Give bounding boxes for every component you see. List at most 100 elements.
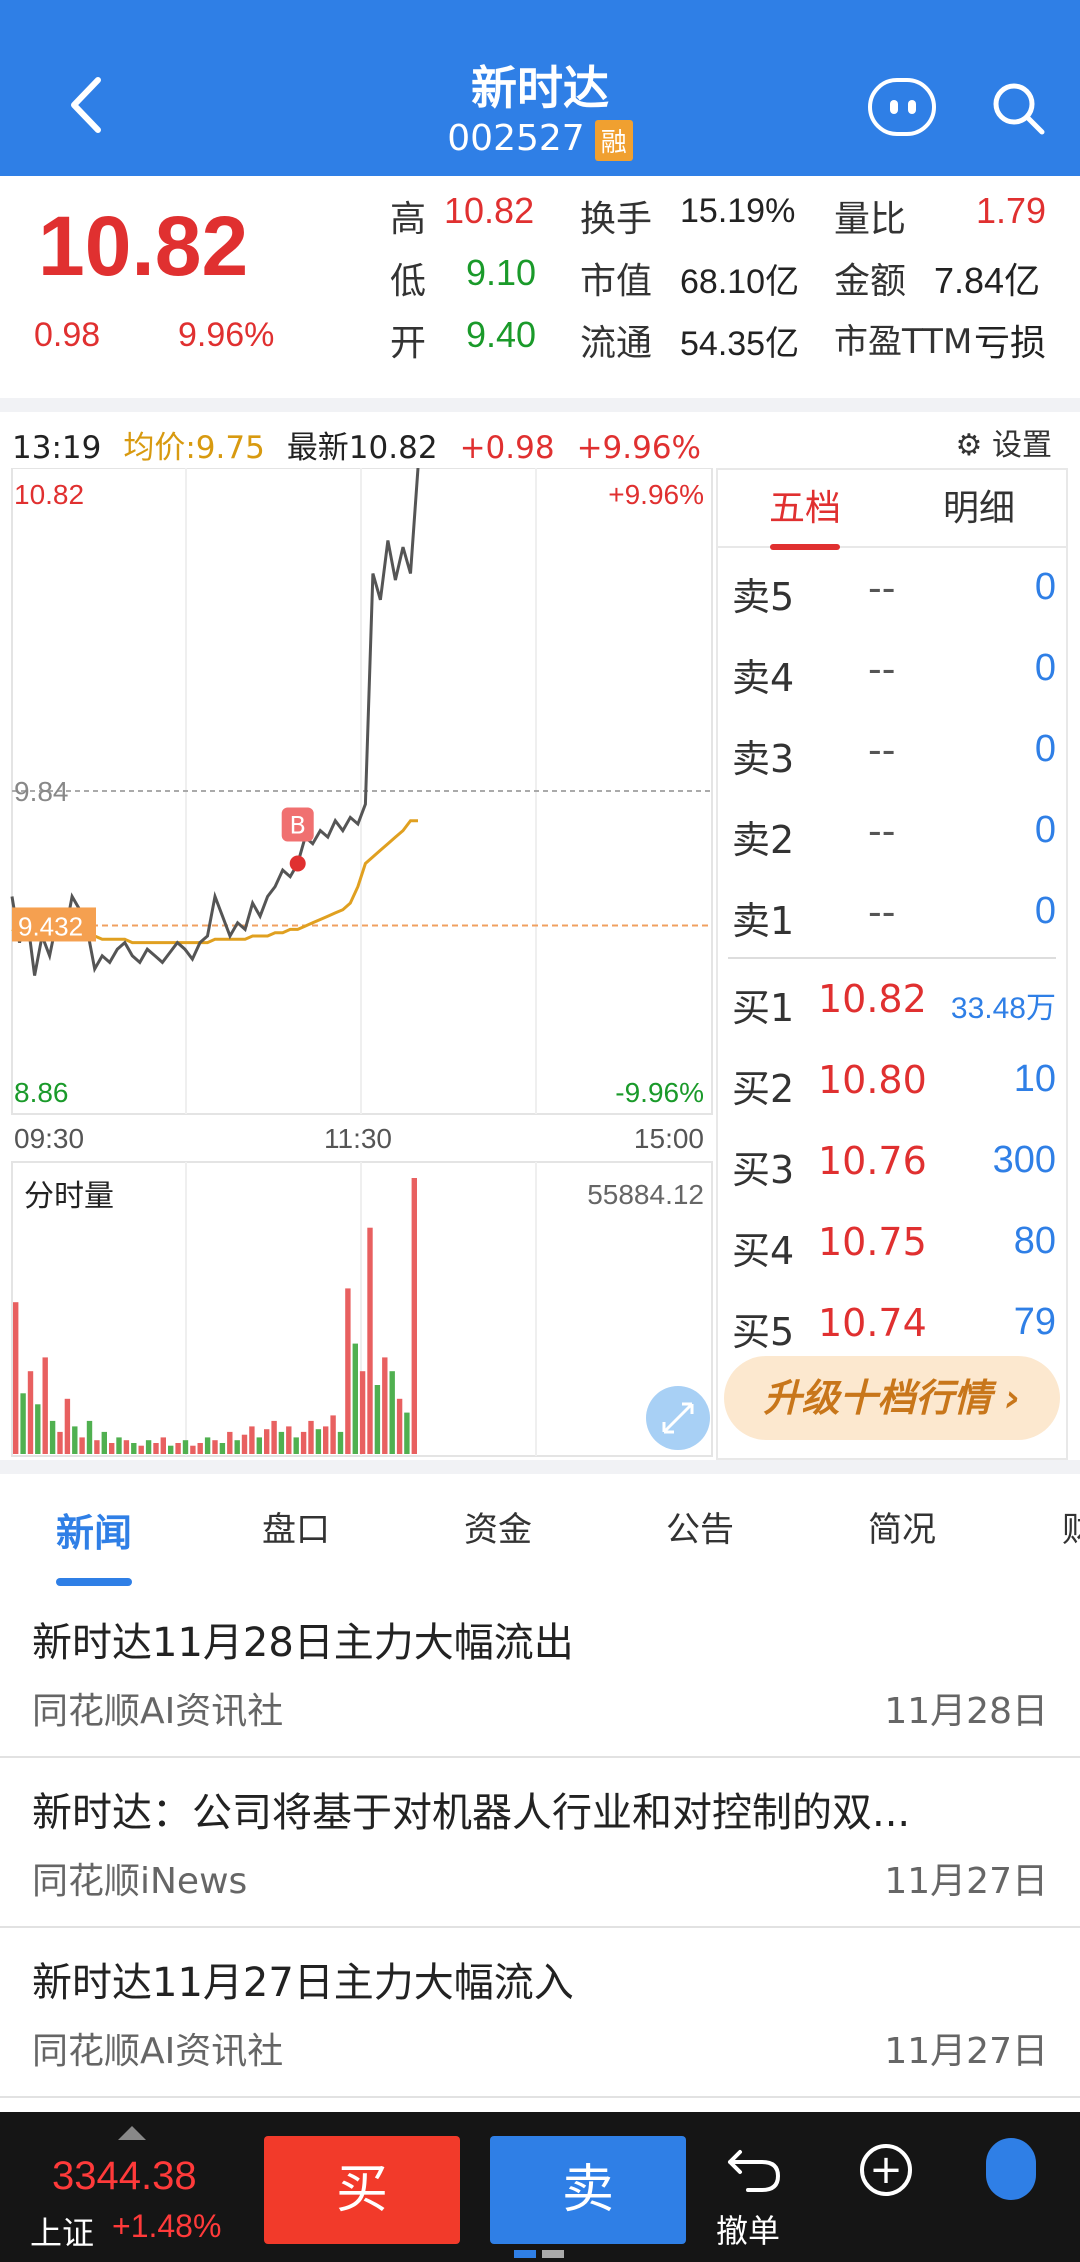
level-label: 卖3 bbox=[732, 737, 795, 781]
volume-bar bbox=[411, 1178, 417, 1454]
volume-bar bbox=[168, 1445, 174, 1454]
chat-eye-right bbox=[908, 100, 916, 114]
y-top-label: 10.82 bbox=[14, 479, 84, 510]
divider bbox=[0, 398, 1080, 412]
expand-button[interactable] bbox=[646, 1386, 710, 1450]
volume-bar bbox=[145, 1440, 152, 1454]
amount-value: 7.84亿 bbox=[934, 260, 1041, 301]
ask-row[interactable]: 卖4 -- 0 bbox=[718, 631, 1066, 711]
bid-row[interactable]: 买3 10.76 300 bbox=[718, 1123, 1066, 1203]
volume-bar bbox=[20, 1393, 26, 1454]
level-label: 卖1 bbox=[732, 899, 795, 943]
low-label: 低 bbox=[390, 261, 427, 302]
chart-change-pct: +9.96% bbox=[576, 430, 702, 466]
bid-row[interactable]: 买4 10.75 80 bbox=[718, 1204, 1066, 1284]
tab-details[interactable]: 明细 bbox=[892, 470, 1066, 548]
ask-row[interactable]: 卖2 -- 0 bbox=[718, 793, 1066, 873]
volume-bar bbox=[308, 1420, 314, 1454]
volume-bar bbox=[374, 1385, 381, 1454]
sell-button[interactable]: 卖 bbox=[490, 2136, 686, 2244]
tab-announcements[interactable]: 公告 bbox=[666, 1502, 734, 1551]
volume-bar bbox=[35, 1404, 41, 1454]
ask-row[interactable]: 卖5 -- 0 bbox=[718, 550, 1066, 630]
x-tick-label: 15:00 bbox=[634, 1123, 704, 1154]
vol-ratio-value: 1.79 bbox=[976, 190, 1047, 231]
tab-handicap[interactable]: 盘口 bbox=[262, 1502, 330, 1551]
volume-bar bbox=[64, 1398, 71, 1454]
level-volume: 33.48万 bbox=[950, 992, 1056, 1025]
chart-change: +0.98 bbox=[459, 430, 555, 466]
news-item[interactable]: 新时达：公司将基于对机器人行业和对控制的双... 同花顺iNews 11月27日 bbox=[0, 1760, 1080, 1928]
y-top-pct: +9.96% bbox=[608, 479, 704, 510]
level-label: 买4 bbox=[732, 1229, 795, 1273]
volume-bar bbox=[13, 1302, 19, 1454]
level-label: 买2 bbox=[732, 1067, 795, 1111]
high-label: 高 bbox=[390, 199, 427, 240]
volume-bar bbox=[293, 1437, 299, 1454]
settings-label: 设置 bbox=[992, 428, 1052, 463]
news-item[interactable]: 新时达11月28日主力大幅流出 同花顺AI资讯社 11月28日 bbox=[0, 1590, 1080, 1758]
volume-bar bbox=[367, 1227, 373, 1454]
float-label: 流通 bbox=[580, 323, 653, 364]
tab-finance[interactable]: 财 bbox=[1062, 1502, 1080, 1551]
undo-icon[interactable] bbox=[716, 2138, 792, 2202]
tab-five-levels[interactable]: 五档 bbox=[718, 470, 892, 550]
buy-button[interactable]: 买 bbox=[264, 2136, 460, 2244]
x-tick-label: 11:30 bbox=[324, 1123, 392, 1154]
level-volume: 0 bbox=[1034, 728, 1056, 770]
volume-bar bbox=[396, 1398, 403, 1454]
level-label: 卖2 bbox=[732, 818, 795, 862]
intraday-chart-area: 13:19 均价:9.75 最新10.82 +0.98 +9.96% ⚙ 设置 9.43… bbox=[0, 412, 1080, 1460]
level-price: 10.75 bbox=[818, 1220, 927, 1264]
news-item[interactable]: 新时达11月27日主力大幅流入 同花顺AI资讯社 11月27日 bbox=[0, 1930, 1080, 2098]
bid-row[interactable]: 买5 10.74 79 bbox=[718, 1285, 1066, 1365]
search-icon[interactable] bbox=[990, 80, 1046, 136]
price-line bbox=[10, 468, 420, 976]
active-tab-indicator bbox=[56, 1578, 132, 1586]
price-chart[interactable]: 9.432 B 10.82 +9.96% 9.84 8.86 -9.96% 09:… bbox=[0, 468, 716, 1458]
volume-bar bbox=[264, 1429, 270, 1454]
tab-news[interactable]: 新闻 bbox=[56, 1502, 132, 1557]
chart-time: 13:19 bbox=[12, 430, 102, 466]
chevron-up-icon[interactable] bbox=[118, 2126, 146, 2140]
level-price: 10.80 bbox=[818, 1058, 927, 1102]
chat-icon[interactable] bbox=[868, 78, 936, 136]
chat-eye-left bbox=[890, 100, 898, 114]
page-indicator bbox=[514, 2250, 564, 2260]
bottom-trade-bar: 3344.38 上证 +1.48% 买 卖 撤单 + bbox=[0, 2112, 1080, 2262]
volume-bar bbox=[241, 1434, 248, 1454]
add-icon[interactable]: + bbox=[860, 2144, 912, 2196]
volume-bar bbox=[123, 1440, 130, 1454]
ask-row[interactable]: 卖1 -- 0 bbox=[718, 874, 1066, 954]
chart-info-line: 13:19 均价:9.75 最新10.82 +0.98 +9.96% bbox=[12, 422, 723, 467]
level-price: -- bbox=[868, 728, 896, 772]
volume-bar bbox=[323, 1426, 329, 1454]
chart-avg-price: 均价:9.75 bbox=[123, 430, 265, 466]
cancel-order-label[interactable]: 撤单 bbox=[716, 2206, 780, 2252]
tab-profile[interactable]: 简况 bbox=[868, 1502, 936, 1551]
price-change: 0.98 bbox=[34, 316, 101, 354]
bid-row[interactable]: 买2 10.80 10 bbox=[718, 1042, 1066, 1122]
news-source: 同花顺iNews bbox=[32, 1861, 248, 1902]
volume-bar bbox=[109, 1443, 115, 1454]
news-source: 同花顺AI资讯社 bbox=[32, 1691, 284, 1732]
ask-row[interactable]: 卖3 -- 0 bbox=[718, 712, 1066, 792]
upgrade-ten-levels-button[interactable]: 升级十档行情 › bbox=[724, 1356, 1060, 1440]
chart-latest: 最新10.82 bbox=[286, 430, 438, 466]
tab-funds[interactable]: 资金 bbox=[464, 1502, 532, 1551]
margin-badge: 融 bbox=[594, 119, 633, 161]
volume-bar bbox=[345, 1288, 351, 1454]
volume-bar bbox=[271, 1420, 277, 1454]
price-change-pct: 9.96% bbox=[178, 316, 275, 354]
volume-bar bbox=[153, 1443, 159, 1454]
x-tick-label: 09:30 bbox=[14, 1123, 84, 1154]
bid-row[interactable]: 买1 10.82 33.48万 bbox=[718, 961, 1066, 1041]
volume-bar bbox=[57, 1431, 63, 1454]
volume-bar bbox=[160, 1437, 166, 1454]
index-value[interactable]: 3344.38 bbox=[52, 2154, 197, 2199]
volume-bar bbox=[359, 1371, 366, 1454]
assistant-icon[interactable] bbox=[986, 2138, 1036, 2200]
settings-button[interactable]: ⚙ 设置 bbox=[956, 420, 1052, 464]
volume-bar bbox=[204, 1437, 211, 1454]
volume-bar bbox=[256, 1437, 262, 1454]
